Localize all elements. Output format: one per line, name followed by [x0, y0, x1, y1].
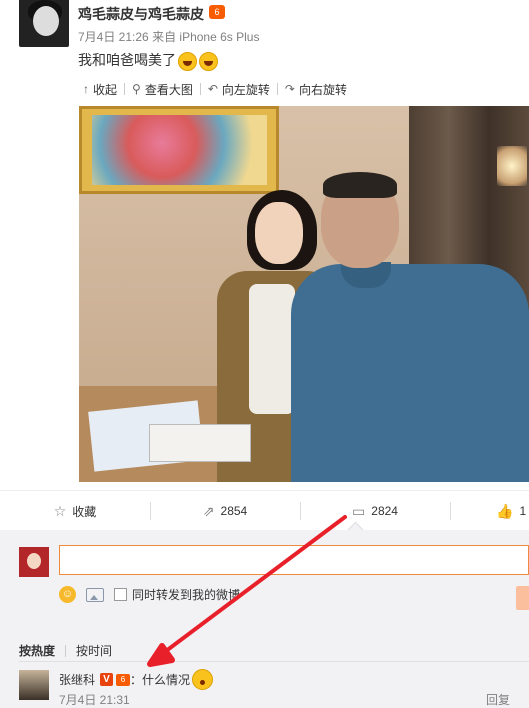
laughing-emoji-icon — [199, 51, 218, 71]
repost-icon: ⇗ — [202, 502, 215, 519]
repost-button[interactable]: ⇗ 2854 — [150, 491, 300, 531]
submit-comment-button[interactable] — [516, 586, 529, 610]
rotate-right-button[interactable]: ↷ 向右旋转 — [278, 81, 354, 98]
magnifier-icon: ⚲ — [132, 82, 141, 96]
post-time[interactable]: 7月4日 21:26 — [78, 30, 149, 44]
star-icon: ☆ — [53, 502, 67, 519]
smiley-icon[interactable]: ☺ — [59, 586, 76, 603]
rotate-left-button[interactable]: ↶ 向左旋转 — [201, 81, 277, 98]
author-name[interactable]: 鸡毛蒜皮与鸡毛蒜皮 — [78, 4, 204, 24]
arrow-up-icon: ↑ — [83, 82, 89, 96]
wall-painting — [79, 106, 279, 194]
rotate-left-icon: ↶ — [207, 82, 218, 96]
comment-input[interactable] — [59, 545, 529, 575]
also-repost-checkbox[interactable] — [114, 588, 127, 601]
image-icon[interactable] — [86, 587, 104, 602]
action-bar: ☆ 收藏 ⇗ 2854 ▭ 2824 👍 1 — [0, 490, 529, 532]
post-text: 我和咱爸喝美了 — [78, 50, 218, 71]
vip-badge-small: 6 — [116, 673, 131, 686]
post-source: 来自 iPhone 6s Plus — [152, 30, 260, 44]
verified-badge: V — [100, 673, 114, 686]
comment-item: 张继科 V 6 ：什么情况 — [59, 669, 214, 690]
sort-by-hot[interactable]: 按热度 — [19, 642, 55, 659]
post-text-body: 我和咱爸喝美了 — [78, 52, 176, 68]
reply-button[interactable]: 回复 — [486, 691, 510, 708]
like-button[interactable]: 👍 1 — [450, 491, 529, 531]
comment-text: ：什么情况 — [130, 673, 191, 687]
comment-button[interactable]: ▭ 2824 — [300, 491, 450, 531]
comment-icon: ▭ — [352, 502, 366, 519]
comment-time: 7月4日 21:31 — [59, 693, 130, 707]
favorite-button[interactable]: ☆ 收藏 — [0, 491, 150, 531]
post-photo[interactable] — [79, 106, 529, 482]
author-avatar[interactable] — [19, 0, 69, 47]
comment-sort: 按热度 按时间 — [19, 642, 112, 659]
comment-options: ☺ 同时转发到我的微博 — [59, 586, 240, 603]
vip-badge[interactable]: 6 — [209, 5, 225, 19]
surprised-emoji-icon — [192, 669, 214, 690]
laughing-emoji-icon — [178, 51, 197, 71]
collapse-button[interactable]: ↑ 收起 — [76, 81, 124, 98]
commenter-name[interactable]: 张继科 — [59, 671, 95, 688]
also-repost-label[interactable]: 同时转发到我的微博 — [132, 586, 240, 603]
rotate-right-icon: ↷ — [284, 82, 295, 96]
image-toolbar: ↑ 收起 ⚲ 查看大图 ↶ 向左旋转 ↷ 向右旋转 — [76, 78, 354, 100]
sort-by-time[interactable]: 按时间 — [76, 642, 112, 659]
divider — [19, 661, 529, 662]
post-meta: 7月4日 21:26 来自 iPhone 6s Plus — [78, 28, 259, 45]
thumbs-up-icon: 👍 — [496, 502, 514, 519]
commenter-avatar[interactable] — [19, 670, 49, 700]
my-avatar[interactable] — [19, 547, 49, 577]
view-large-button[interactable]: ⚲ 查看大图 — [125, 81, 200, 98]
